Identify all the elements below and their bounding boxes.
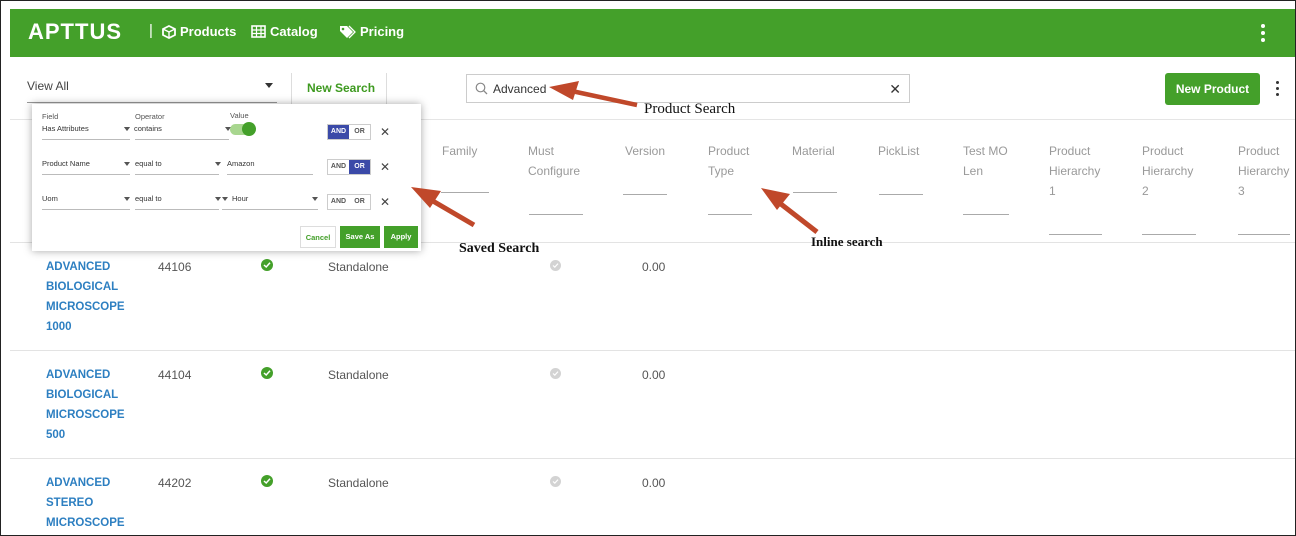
product-search-annotation: Product Search [644,101,736,117]
saved-search-arrow [411,187,476,228]
inline-search-arrow [761,188,819,234]
screenshot-frame: APTTUS | Products Catalog Pricing View A… [0,0,1296,536]
inline-search-annotation: Inline search [811,234,883,249]
saved-search-annotation: Saved Search [459,241,540,256]
product-search-arrow [549,81,638,108]
annotation-arrows [411,81,819,234]
